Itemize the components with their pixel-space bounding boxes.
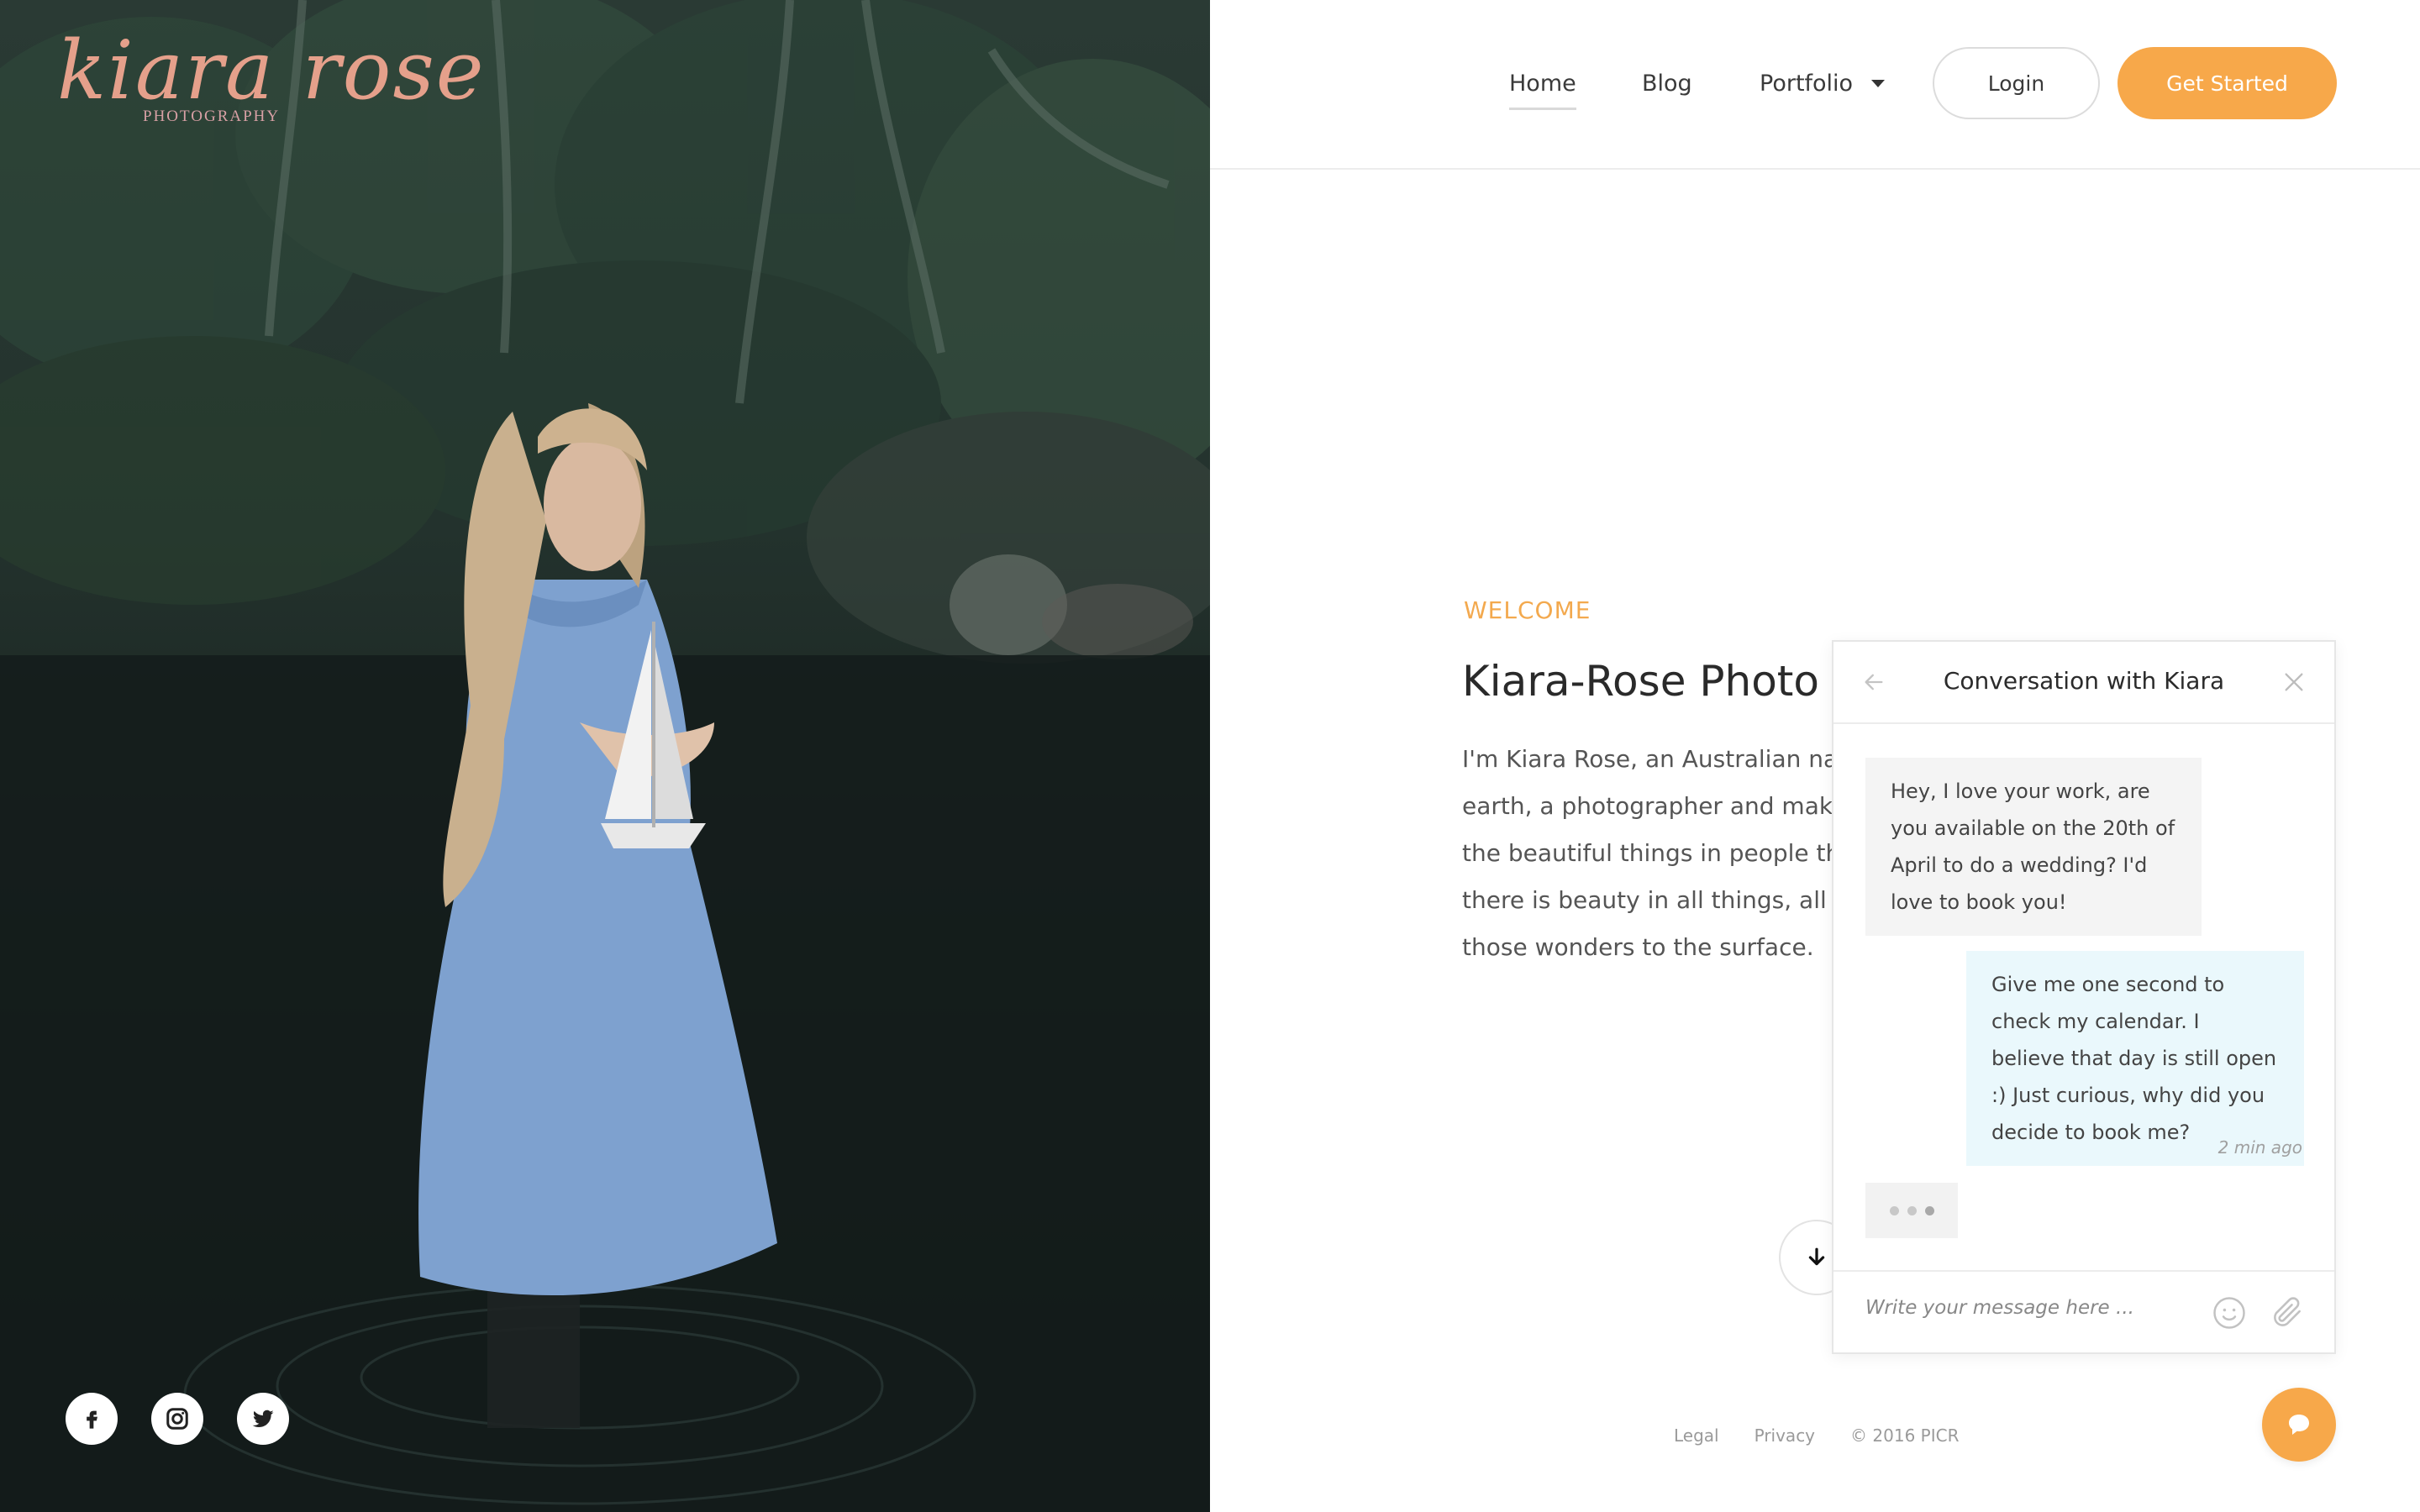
nav-blog[interactable]: Blog bbox=[1642, 71, 1692, 97]
emoji-button[interactable] bbox=[2212, 1295, 2247, 1335]
chat-title: Conversation with Kiara bbox=[1943, 667, 2225, 695]
get-started-button[interactable]: Get Started bbox=[2118, 47, 2337, 119]
typing-dot bbox=[1907, 1205, 1917, 1215]
forest-lake-scene bbox=[0, 0, 1210, 1512]
chevron-down-icon bbox=[1871, 80, 1886, 87]
brand-logo[interactable]: kiara rose PHOTOGRAPHY bbox=[57, 24, 486, 125]
nav-home[interactable]: Home bbox=[1509, 71, 1576, 110]
paperclip-icon bbox=[2274, 1297, 2301, 1326]
close-icon bbox=[2285, 673, 2303, 691]
logo-subtitle: PHOTOGRAPHY bbox=[143, 108, 281, 125]
page-title: Kiara-Rose Photo bbox=[1462, 657, 1819, 706]
typing-indicator bbox=[1865, 1183, 1958, 1238]
typing-dot bbox=[1924, 1205, 1934, 1215]
chat-header: Conversation with Kiara bbox=[1833, 642, 2334, 724]
footer-legal-link[interactable]: Legal bbox=[1674, 1425, 1719, 1446]
welcome-eyebrow: WELCOME bbox=[1464, 596, 1591, 624]
social-links bbox=[66, 1393, 289, 1445]
nav-portfolio[interactable]: Portfolio bbox=[1760, 71, 1886, 97]
twitter-icon bbox=[252, 1410, 274, 1428]
chat-window: Conversation with Kiara Hey, I love your… bbox=[1832, 640, 2336, 1354]
close-button[interactable] bbox=[2282, 670, 2306, 698]
footer-links: Legal Privacy © 2016 PICR bbox=[1674, 1425, 1959, 1446]
facebook-button[interactable] bbox=[66, 1393, 118, 1445]
chat-bubble-icon bbox=[2289, 1415, 2309, 1435]
logo-script: kiara rose bbox=[57, 24, 486, 118]
twitter-button[interactable] bbox=[237, 1393, 289, 1445]
footer-privacy-link[interactable]: Privacy bbox=[1754, 1425, 1815, 1446]
message-timestamp: 2 min ago bbox=[2217, 1137, 2302, 1158]
chat-composer[interactable]: Write your message here ... bbox=[1833, 1270, 2334, 1352]
top-nav: Home Blog Portfolio Login Get Started bbox=[1210, 0, 2420, 170]
instagram-icon bbox=[166, 1408, 188, 1430]
arrow-down-icon bbox=[1808, 1247, 1825, 1266]
typing-dot bbox=[1889, 1205, 1899, 1215]
instagram-button[interactable] bbox=[151, 1393, 203, 1445]
message-input[interactable]: Write your message here ... bbox=[1865, 1297, 2134, 1319]
login-button[interactable]: Login bbox=[1933, 47, 2100, 119]
facebook-icon bbox=[87, 1410, 97, 1429]
footer-copyright: © 2016 PICR bbox=[1850, 1425, 1960, 1446]
hero-photo: kiara rose PHOTOGRAPHY bbox=[0, 0, 1210, 1512]
smiley-icon bbox=[2213, 1297, 2245, 1329]
incoming-message: Hey, I love your work, are you available… bbox=[1865, 758, 2202, 936]
nav-portfolio-label: Portfolio bbox=[1760, 71, 1854, 97]
outgoing-message: Give me one second to check my calendar.… bbox=[1966, 951, 2304, 1166]
attach-button[interactable] bbox=[2269, 1294, 2306, 1335]
chat-launcher-button[interactable] bbox=[2262, 1388, 2336, 1462]
